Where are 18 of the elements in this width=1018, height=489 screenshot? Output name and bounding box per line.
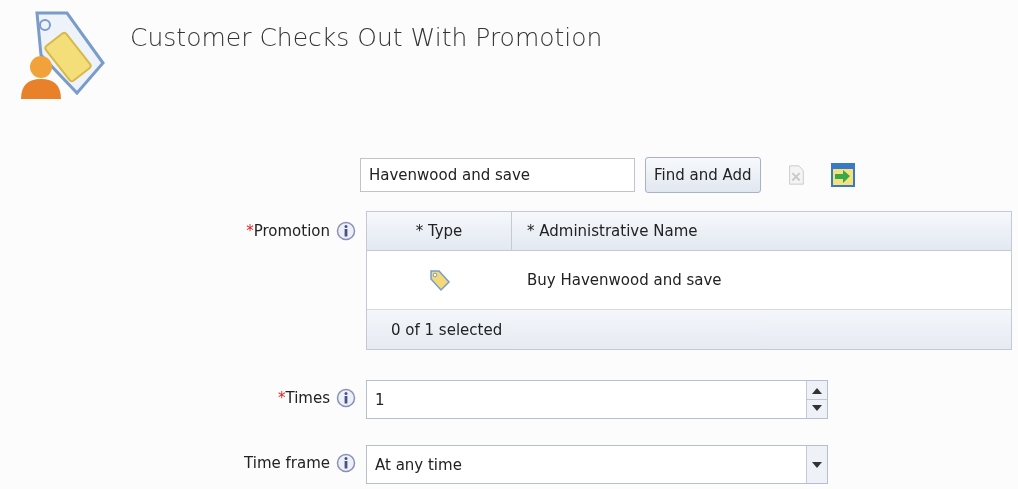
times-label: *Times xyxy=(277,388,330,408)
times-spin-field[interactable]: 1 xyxy=(366,380,828,419)
search-field[interactable]: Havenwood and save xyxy=(360,158,635,192)
find-and-add-button[interactable]: Find and Add xyxy=(645,157,761,193)
info-icon[interactable] xyxy=(336,221,356,241)
tag-icon xyxy=(427,268,452,292)
time-frame-dropdown[interactable]: At any time xyxy=(366,445,828,484)
column-header[interactable]: * Administrative Name xyxy=(512,212,1011,250)
column-header[interactable]: * Type xyxy=(367,212,512,250)
spin-arrows-icon[interactable] xyxy=(806,381,827,418)
info-icon[interactable] xyxy=(336,453,356,473)
promotion-label: *Promotion xyxy=(246,221,330,241)
info-icon[interactable] xyxy=(336,388,356,408)
page-title: Customer Checks Out With Promotion xyxy=(130,23,603,52)
dropdown-arrow-icon[interactable] xyxy=(806,446,827,483)
selection-count: 0 of 1 selected xyxy=(391,320,503,339)
time-frame-label: Time frame xyxy=(244,453,330,473)
table-cell-text: Buy Havenwood and save xyxy=(526,270,723,291)
